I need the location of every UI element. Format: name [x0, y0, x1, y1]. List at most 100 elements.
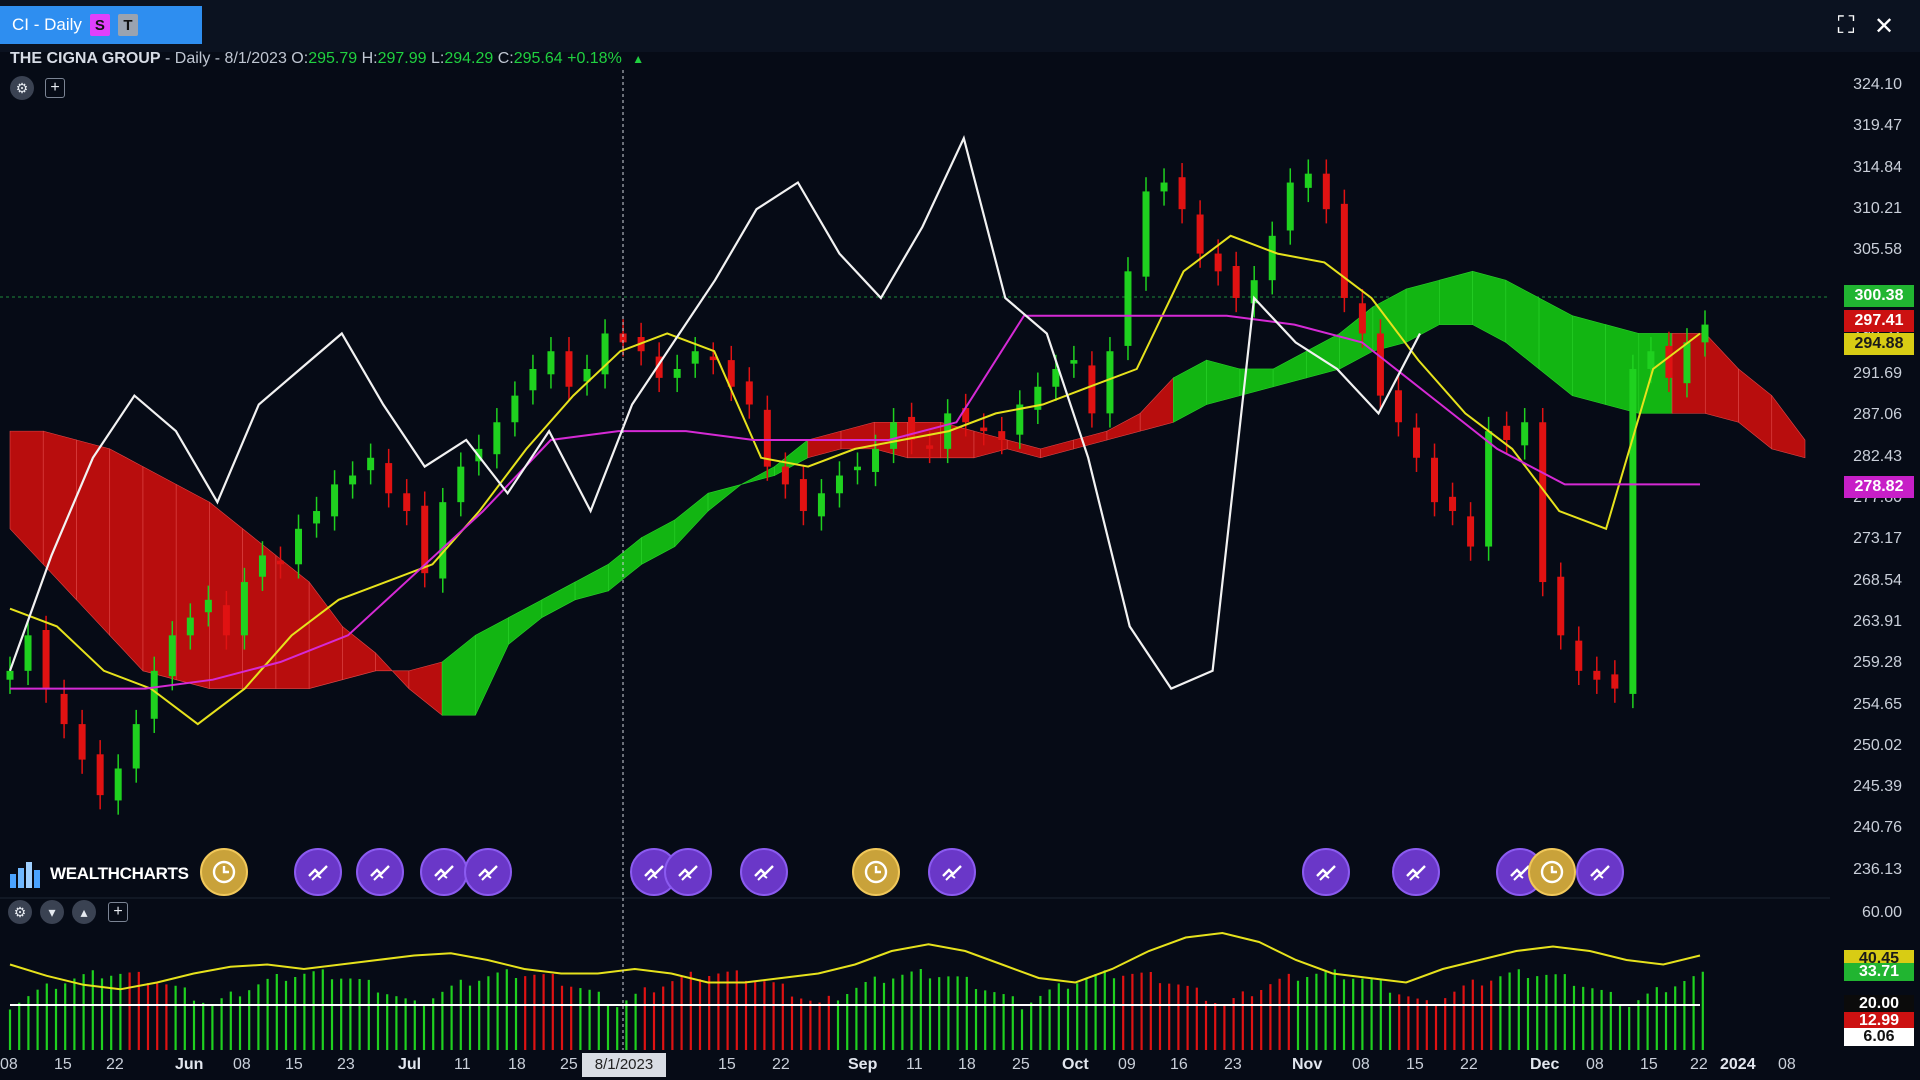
trade-badge[interactable]: T [117, 14, 138, 36]
candle-body [1701, 324, 1709, 343]
price-tick-label: 263.91 [1853, 612, 1902, 630]
candle-body [24, 635, 32, 671]
date-tick-label: 15 [1640, 1056, 1658, 1073]
kumo-cloud-segment [1206, 359, 1241, 405]
candle-body [655, 356, 663, 378]
candle-body [1160, 182, 1168, 192]
earnings-event-icon[interactable] [1528, 848, 1576, 896]
dividend-event-icon[interactable] [420, 848, 468, 896]
settings-icon[interactable]: ⚙ [10, 76, 34, 100]
date-tick-label: 2024 [1720, 1056, 1756, 1073]
kumo-cloud-segment [109, 448, 144, 672]
candle-body [1088, 365, 1096, 414]
kumo-cloud-segment [408, 661, 443, 716]
date-tick-label: 11 [906, 1056, 923, 1073]
dividend-event-icon[interactable] [664, 848, 712, 896]
candle-body [6, 670, 14, 680]
candle-body [1214, 253, 1222, 272]
move-down-icon[interactable]: ▾ [40, 900, 64, 924]
kumo-cloud-segment [175, 483, 210, 689]
dividend-event-icon[interactable] [1392, 848, 1440, 896]
kumo-cloud-segment [1572, 315, 1606, 405]
earnings-event-icon[interactable] [200, 848, 248, 896]
kumo-cloud-segment [142, 466, 177, 681]
ichimoku-chart[interactable] [0, 0, 1920, 1080]
candle-body [1647, 351, 1655, 369]
kumo-cloud-segment [608, 537, 642, 592]
price-tick-label: 236.13 [1853, 860, 1902, 878]
kumo-cloud-segment [9, 430, 44, 566]
price-tick-label: 287.06 [1853, 406, 1902, 424]
kumo-cloud-segment [1704, 332, 1739, 423]
close-icon[interactable]: ✕ [1868, 10, 1900, 42]
earnings-event-icon[interactable] [852, 848, 900, 896]
candle-body [926, 445, 934, 449]
candle-body [1665, 345, 1673, 378]
kumo-cloud-segment [242, 528, 277, 689]
kumo-cloud-segment [1139, 377, 1174, 432]
date-tick-label: 08 [1352, 1056, 1370, 1073]
candle-body [619, 333, 627, 343]
kumo-cloud-segment [1771, 394, 1806, 459]
candle-body [240, 582, 248, 636]
candle-body [313, 511, 321, 524]
candle-body [1178, 177, 1186, 210]
move-up-icon[interactable]: ▴ [72, 900, 96, 924]
kumo-cloud-segment [508, 599, 543, 645]
oscillator-settings-icon[interactable]: ⚙ [8, 900, 32, 924]
chart-tab[interactable]: CI - Daily S T [0, 6, 202, 44]
price-tick-label: 310.21 [1853, 199, 1902, 217]
kumo-cloud-segment [1671, 333, 1706, 414]
study-badge[interactable]: S [89, 14, 110, 36]
bar-date: - 8/1/2023 [214, 50, 287, 67]
candle-body [637, 337, 645, 352]
low-label: L: [430, 50, 445, 67]
close-label: C: [497, 50, 514, 67]
kumo-cloud-segment [475, 617, 509, 716]
date-tick-label: 15 [285, 1056, 303, 1073]
kumo-cloud-segment [1239, 368, 1274, 397]
kumo-cloud-segment [1738, 368, 1773, 450]
dividend-event-icon[interactable] [294, 848, 342, 896]
kumo-cloud-segment [1439, 270, 1473, 325]
dividend-event-icon[interactable] [1302, 848, 1350, 896]
kumo-cloud-segment [940, 421, 975, 459]
candle-body [168, 635, 176, 677]
date-tick-label: 23 [337, 1056, 355, 1073]
price-tag: 297.41 [1844, 310, 1914, 332]
candle-body [1070, 360, 1078, 364]
fullscreen-icon[interactable]: ⛶ [1830, 10, 1862, 42]
candle-body [1052, 368, 1060, 387]
date-tick-label: 18 [958, 1056, 976, 1073]
add-indicator-icon[interactable]: + [45, 78, 65, 98]
candle-body [944, 413, 952, 449]
price-tick-label: 250.02 [1853, 736, 1902, 754]
kumo-cloud-segment [1339, 306, 1374, 370]
candle-body [1611, 674, 1619, 689]
dividend-event-icon[interactable] [928, 848, 976, 896]
add-pane-icon[interactable]: + [108, 902, 128, 922]
candle-body [1250, 280, 1258, 304]
dividend-event-icon[interactable] [356, 848, 404, 896]
candle-body [1322, 173, 1330, 210]
crosshair-date: 8/1/2023 [582, 1053, 666, 1077]
candle-body [1557, 576, 1565, 636]
candle-body [1124, 271, 1132, 346]
price-tag: 278.82 [1844, 476, 1914, 498]
candle-body [709, 356, 717, 361]
price-tick-label: 273.17 [1853, 530, 1902, 548]
dividend-event-icon[interactable] [740, 848, 788, 896]
candle-body [457, 466, 465, 503]
date-tick-label: Dec [1530, 1056, 1560, 1073]
dividend-event-icon[interactable] [1576, 848, 1624, 896]
candle-body [349, 475, 357, 485]
dividend-event-icon[interactable] [464, 848, 512, 896]
date-tick-label: Sep [848, 1056, 878, 1073]
candle-body [1304, 173, 1312, 188]
kumo-cloud-segment [674, 492, 709, 548]
candle-body [745, 381, 753, 405]
date-tick-label: 08 [1778, 1056, 1796, 1073]
kumo-cloud-segment [275, 554, 310, 689]
candle-body [781, 466, 789, 485]
date-tick-label: Nov [1292, 1056, 1323, 1073]
